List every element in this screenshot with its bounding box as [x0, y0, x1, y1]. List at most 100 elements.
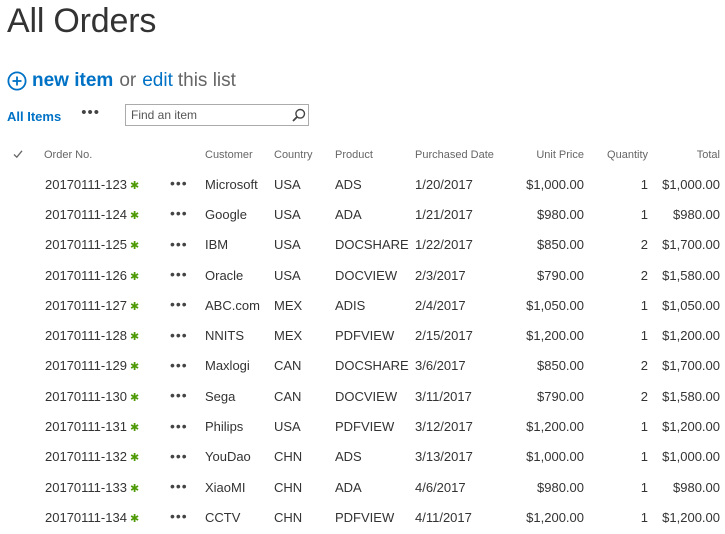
row-select-cell[interactable]	[0, 351, 35, 381]
table-row[interactable]: 20170111-134 ✱ ••• CCTV CHN PDFVIEW 4/11/2017 $…	[0, 502, 720, 532]
row-select-cell[interactable]	[0, 320, 35, 350]
total-cell: $1,000.00	[662, 449, 720, 465]
column-header-product[interactable]: Product	[335, 141, 415, 169]
new-item-icon: ✱	[129, 482, 140, 495]
table-row[interactable]: 20170111-125 ✱ ••• IBM USA DOCSHARE 1/22/2017 $…	[0, 230, 720, 260]
row-select-cell[interactable]	[0, 199, 35, 229]
new-item-icon: ✱	[129, 452, 140, 465]
order-number-link[interactable]: 20170111-131	[45, 419, 127, 434]
unit-price-cell: $790.00	[537, 267, 584, 283]
row-menu-button[interactable]: •••	[170, 176, 188, 192]
row-menu-cell: •••	[170, 290, 205, 320]
column-header-unit-price[interactable]: Unit Price	[504, 141, 584, 169]
country-cell: CAN	[274, 388, 302, 404]
row-menu-button[interactable]: •••	[170, 479, 188, 495]
table-row[interactable]: 20170111-128 ✱ ••• NNITS MEX PDFVIEW 2/15/2017…	[0, 320, 720, 350]
unit-price-cell: $1,200.00	[526, 509, 584, 525]
customer-cell: Sega	[205, 388, 236, 404]
row-select-cell[interactable]	[0, 290, 35, 320]
row-menu-button[interactable]: •••	[170, 267, 188, 283]
row-select-cell[interactable]	[0, 381, 35, 411]
plus-circle-icon[interactable]	[7, 71, 27, 91]
unit-price-cell: $980.00	[537, 206, 584, 222]
table-row[interactable]: 20170111-127 ✱ ••• ABC.com MEX ADIS 2/4/2017 $1…	[0, 290, 720, 320]
order-number-link[interactable]: 20170111-126	[45, 268, 127, 283]
table-row[interactable]: 20170111-133 ✱ ••• XiaoMI CHN ADA 4/6/2017 $980…	[0, 472, 720, 502]
row-select-cell[interactable]	[0, 472, 35, 502]
customer-cell: IBM	[205, 237, 229, 253]
new-item-icon: ✱	[129, 209, 140, 222]
product-cell: ADS	[335, 449, 362, 465]
row-menu-cell: •••	[170, 472, 205, 502]
order-number-link[interactable]: 20170111-123	[45, 177, 127, 192]
row-select-cell[interactable]	[0, 230, 35, 260]
row-menu-button[interactable]: •••	[170, 509, 188, 525]
product-cell: PDFVIEW	[335, 509, 395, 525]
column-header-customer[interactable]: Customer	[205, 141, 274, 169]
column-header-country[interactable]: Country	[274, 141, 335, 169]
page-title: All Orders	[7, 2, 157, 40]
column-header-total[interactable]: Total	[648, 141, 720, 169]
row-select-cell[interactable]	[0, 260, 35, 290]
total-cell: $1,050.00	[662, 297, 720, 313]
unit-price-cell: $1,000.00	[526, 449, 584, 465]
order-number-link[interactable]: 20170111-132	[45, 449, 127, 464]
row-menu-button[interactable]: •••	[170, 297, 188, 313]
list-page: All Orders new item or edit this list Al…	[0, 0, 725, 534]
row-select-cell[interactable]	[0, 442, 35, 472]
view-more-button[interactable]: •••	[81, 105, 100, 124]
country-cell: CHN	[274, 449, 303, 465]
order-cell: 20170111-124 ✱	[35, 199, 170, 229]
order-number-link[interactable]: 20170111-128	[45, 328, 127, 343]
search-box	[125, 104, 309, 126]
row-menu-cell: •••	[170, 381, 205, 411]
select-all-checkbox[interactable]	[0, 141, 35, 169]
order-number-link[interactable]: 20170111-124	[45, 207, 127, 222]
order-cell: 20170111-125 ✱	[35, 230, 170, 260]
view-tab-all-items[interactable]: All Items	[7, 109, 61, 124]
order-number-link[interactable]: 20170111-127	[45, 298, 127, 313]
search-input[interactable]	[126, 108, 289, 122]
column-header-quantity[interactable]: Quantity	[584, 141, 648, 169]
purchased-date-cell: 2/15/2017	[415, 328, 473, 344]
order-number-link[interactable]: 20170111-130	[45, 389, 127, 404]
row-menu-button[interactable]: •••	[170, 358, 188, 374]
table-row[interactable]: 20170111-130 ✱ ••• Sega CAN DOCVIEW 3/11/2017 $…	[0, 381, 720, 411]
row-select-cell[interactable]	[0, 411, 35, 441]
table-row[interactable]: 20170111-129 ✱ ••• Maxlogi CAN DOCSHARE 3/6/20…	[0, 351, 720, 381]
row-select-cell[interactable]	[0, 169, 35, 199]
product-cell: DOCSHARE	[335, 358, 409, 374]
row-select-cell[interactable]	[0, 502, 35, 532]
view-selector: All Items •••	[7, 104, 100, 128]
edit-list-link[interactable]: edit	[142, 70, 173, 92]
quantity-cell: 1	[640, 328, 648, 344]
table-row[interactable]: 20170111-132 ✱ ••• YouDao CHN ADS 3/13/2017 $1,…	[0, 442, 720, 472]
unit-price-cell: $980.00	[537, 479, 584, 495]
column-header-order-no[interactable]: Order No.	[35, 141, 170, 169]
new-item-icon: ✱	[129, 331, 140, 344]
table-row[interactable]: 20170111-126 ✱ ••• Oracle USA DOCVIEW 2/3/2017…	[0, 260, 720, 290]
table-row[interactable]: 20170111-131 ✱ ••• Philips USA PDFVIEW 3/12/20…	[0, 411, 720, 441]
order-number-link[interactable]: 20170111-125	[45, 237, 127, 252]
order-number-link[interactable]: 20170111-129	[45, 358, 127, 373]
row-menu-button[interactable]: •••	[170, 449, 188, 465]
row-menu-button[interactable]: •••	[170, 388, 188, 404]
order-number-link[interactable]: 20170111-133	[45, 480, 127, 495]
table-row[interactable]: 20170111-124 ✱ ••• Google USA ADA 1/21/2017 $98…	[0, 199, 720, 229]
row-menu-button[interactable]: •••	[170, 206, 188, 222]
customer-cell: CCTV	[205, 509, 241, 525]
purchased-date-cell: 2/3/2017	[415, 267, 466, 283]
order-cell: 20170111-129 ✱	[35, 351, 170, 381]
search-icon[interactable]	[292, 108, 306, 122]
row-menu-button[interactable]: •••	[170, 328, 188, 344]
order-number-link[interactable]: 20170111-134	[45, 510, 127, 525]
row-menu-button[interactable]: •••	[170, 237, 188, 253]
new-item-link[interactable]: new item	[32, 70, 113, 92]
order-cell: 20170111-133 ✱	[35, 472, 170, 502]
or-text: or	[119, 70, 137, 91]
unit-price-cell: $1,200.00	[526, 419, 584, 435]
product-cell: PDFVIEW	[335, 328, 395, 344]
row-menu-button[interactable]: •••	[170, 419, 188, 435]
column-header-purchased-date[interactable]: Purchased Date	[415, 141, 504, 169]
table-row[interactable]: 20170111-123 ✱ ••• Microsoft USA ADS 1/20/2017…	[0, 169, 720, 199]
